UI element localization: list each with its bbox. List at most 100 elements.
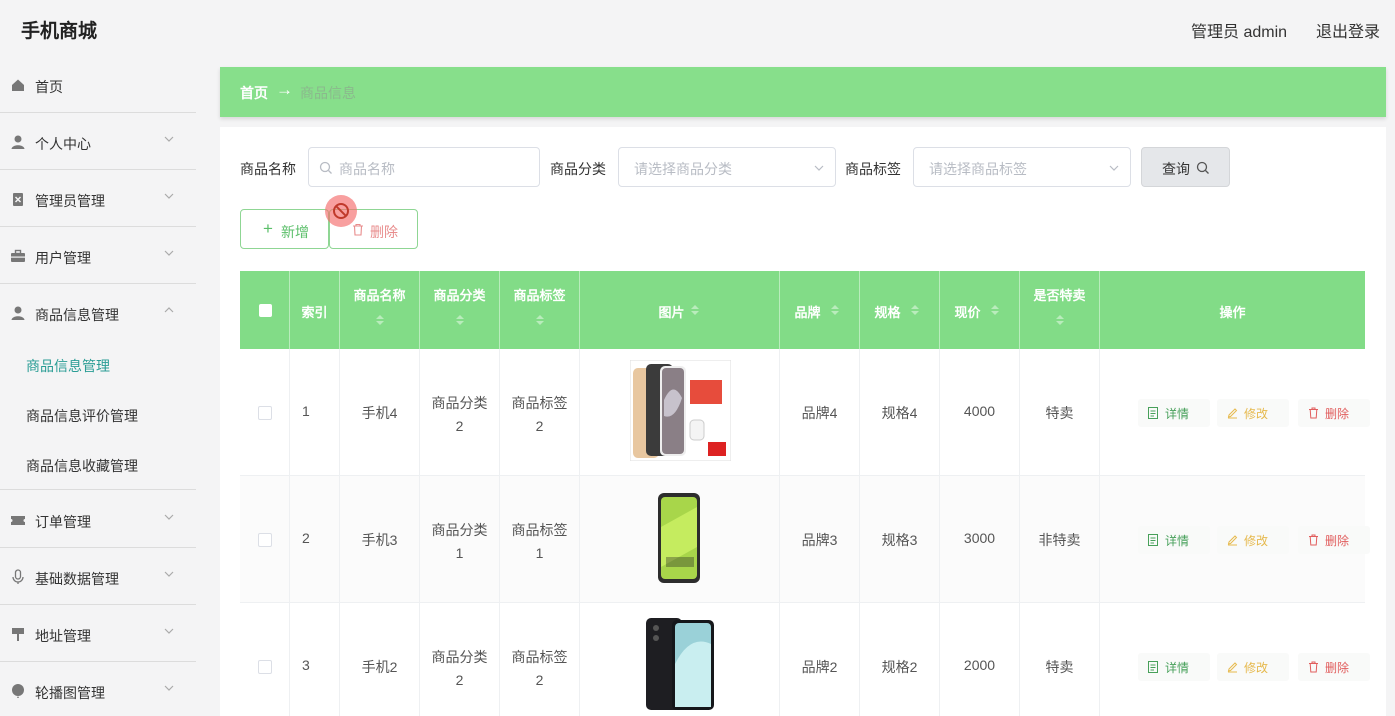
- edit-label: 修改: [1244, 661, 1269, 675]
- category-value: 商品分类: [431, 522, 488, 538]
- delete-button[interactable]: 删除: [1298, 653, 1370, 681]
- search-icon: [1196, 161, 1209, 174]
- sidebar-item-product-management[interactable]: 商品信息管理: [0, 284, 196, 341]
- column-special[interactable]: 是否特卖: [1020, 271, 1100, 349]
- admin-username: 管理员 admin: [1191, 24, 1288, 41]
- price-cell: 3000: [940, 476, 1020, 603]
- sidebar-subitem-label: 商品信息评价管理: [26, 408, 138, 424]
- sidebar-item-label: 个人中心: [35, 136, 91, 152]
- product-image[interactable]: [630, 614, 731, 715]
- product-name-input[interactable]: 商品名称: [308, 147, 540, 187]
- content-panel: 商品名称 商品名称 商品分类 请选择商品分类 商品标签 请选择商品标签 查询 +…: [220, 127, 1386, 716]
- category-number: 1: [455, 545, 464, 561]
- sidebar-item-address-management[interactable]: 地址管理: [0, 605, 196, 662]
- tag-value: 商品标签: [511, 649, 568, 665]
- spec-cell: 规格4: [860, 349, 940, 476]
- sidebar-item-label: 首页: [35, 79, 63, 95]
- name-value: 手机2: [361, 659, 398, 675]
- query-button-label: 查询: [1162, 161, 1190, 177]
- breadcrumb-separator: →: [276, 80, 293, 99]
- sidebar-item-label: 用户管理: [35, 250, 91, 266]
- row-select-cell: [240, 603, 290, 716]
- brand-value: 品牌2: [801, 659, 838, 675]
- header-label: 索引: [301, 305, 328, 320]
- tag-cell: 商品标签 2: [500, 603, 580, 716]
- sidebar-item-admin-management[interactable]: 管理员管理: [0, 170, 196, 227]
- sidebar-item-carousel-management[interactable]: 轮播图管理: [0, 662, 196, 716]
- row-checkbox[interactable]: [258, 406, 272, 420]
- category-cell: 商品分类 2: [420, 349, 500, 476]
- detail-label: 详情: [1165, 407, 1190, 421]
- sidebar-item-label: 订单管理: [35, 514, 91, 530]
- index-cell: 3: [290, 603, 340, 716]
- user-icon: [11, 135, 25, 149]
- column-name[interactable]: 商品名称: [340, 271, 420, 349]
- trash-icon: [1309, 661, 1318, 673]
- header-label: 商品分类: [433, 288, 486, 303]
- document-icon: [1148, 661, 1158, 673]
- edit-button[interactable]: 修改: [1217, 526, 1289, 554]
- row-checkbox[interactable]: [258, 660, 272, 674]
- edit-button[interactable]: 修改: [1217, 653, 1289, 681]
- column-image[interactable]: 图片: [580, 271, 780, 349]
- trash-icon: [1309, 407, 1318, 419]
- query-button[interactable]: 查询: [1141, 147, 1230, 187]
- sidebar-item-personal-center[interactable]: 个人中心: [0, 113, 196, 170]
- tag-cell: 商品标签 2: [500, 349, 580, 476]
- delete-button[interactable]: 删除: [1298, 399, 1370, 427]
- row-select-cell: [240, 349, 290, 476]
- sidebar-item-order-management[interactable]: 订单管理: [0, 491, 196, 548]
- special-cell: 特卖: [1020, 349, 1100, 476]
- detail-button[interactable]: 详情: [1138, 526, 1210, 554]
- actions-cell: 详情 修改 删除: [1100, 349, 1370, 476]
- ticket-icon: [11, 516, 25, 525]
- name-value: 手机4: [361, 405, 398, 421]
- price-value: 3000: [963, 530, 996, 546]
- table-row: 1 手机4 商品分类 2 商品标签 2 品牌4 规格4 4000 特卖 详情 修…: [240, 349, 1370, 476]
- trash-icon: [1309, 534, 1318, 546]
- category-select[interactable]: 请选择商品分类: [618, 147, 836, 187]
- delete-button[interactable]: 删除: [1298, 526, 1370, 554]
- detail-button[interactable]: 详情: [1138, 399, 1210, 427]
- sidebar-item-label: 轮播图管理: [35, 685, 105, 701]
- tag-number: 2: [535, 418, 544, 434]
- product-image[interactable]: [630, 360, 731, 461]
- special-cell: 非特卖: [1020, 476, 1100, 603]
- row-checkbox[interactable]: [258, 533, 272, 547]
- sidebar-item-user-management[interactable]: 用户管理: [0, 227, 196, 284]
- sidebar-subitem-product-info[interactable]: 商品信息管理: [0, 340, 196, 390]
- brand-cell: 品牌2: [780, 603, 860, 716]
- header-label: 是否特卖: [1033, 288, 1086, 303]
- sidebar-item-home[interactable]: 首页: [0, 56, 196, 113]
- add-button[interactable]: + 新增: [240, 209, 329, 249]
- sidebar-item-label: 商品信息管理: [35, 307, 119, 323]
- sidebar-subitem-product-favorites[interactable]: 商品信息收藏管理: [0, 440, 196, 490]
- product-image[interactable]: [630, 487, 731, 588]
- chevron-up-icon: [164, 307, 174, 313]
- column-price[interactable]: 现价: [940, 271, 1020, 349]
- detail-button[interactable]: 详情: [1138, 653, 1210, 681]
- user-icon: [11, 306, 25, 320]
- edit-button[interactable]: 修改: [1217, 399, 1289, 427]
- column-index[interactable]: 索引: [290, 271, 340, 349]
- edit-label: 修改: [1244, 534, 1269, 548]
- spec-cell: 规格2: [860, 603, 940, 716]
- sidebar-item-base-data[interactable]: 基础数据管理: [0, 548, 196, 605]
- brand-cell: 品牌3: [780, 476, 860, 603]
- category-value: 商品分类: [431, 649, 488, 665]
- app-title: 手机商城: [21, 21, 98, 42]
- edit-label: 修改: [1244, 407, 1269, 421]
- chevron-down-icon: [164, 685, 174, 691]
- breadcrumb-home[interactable]: 首页: [240, 83, 268, 103]
- tag-select[interactable]: 请选择商品标签: [913, 147, 1131, 187]
- microphone-icon: [12, 569, 24, 584]
- column-category[interactable]: 商品分类: [420, 271, 500, 349]
- select-all-checkbox[interactable]: [259, 304, 272, 317]
- table-row: 2 手机3 商品分类 1 商品标签 1 品牌3 规格3 3000 非特卖 详情 修改: [240, 476, 1370, 603]
- sort-icon: [456, 315, 464, 325]
- spec-cell: 规格3: [860, 476, 940, 603]
- column-tag[interactable]: 商品标签: [500, 271, 580, 349]
- add-button-label: 新增: [281, 224, 309, 240]
- sidebar-subitem-product-reviews[interactable]: 商品信息评价管理: [0, 390, 196, 440]
- logout-link[interactable]: 退出登录: [1316, 18, 1380, 42]
